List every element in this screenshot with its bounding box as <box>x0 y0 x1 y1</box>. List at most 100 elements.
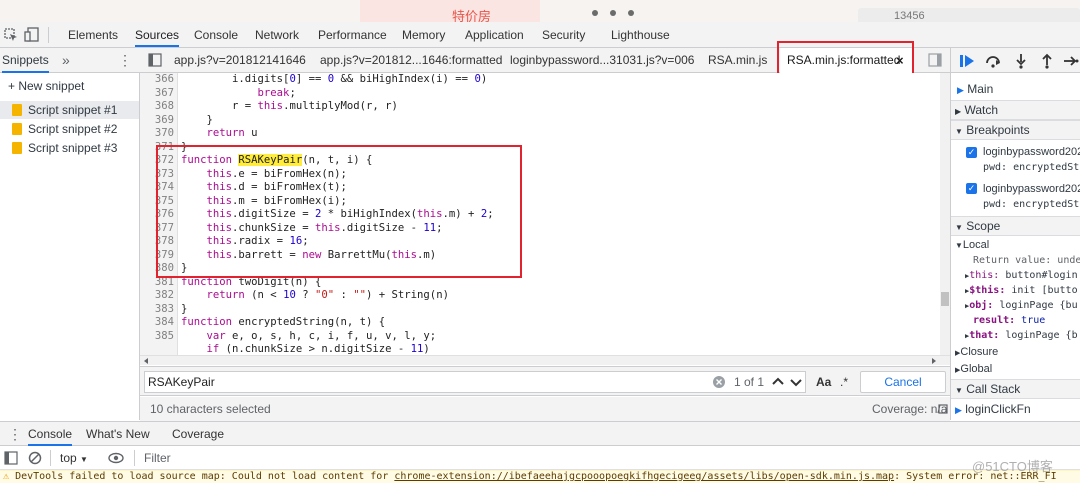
scope-key: Return value: <box>973 255 1058 266</box>
snippet-item[interactable]: Script snippet #3 <box>0 139 139 157</box>
tab-memory[interactable]: Memory <box>402 22 445 47</box>
toolbar-divider <box>134 450 135 466</box>
code-line: r = this.multiplyMod(r, r) <box>181 100 398 112</box>
scroll-left-icon[interactable] <box>142 357 150 365</box>
tab-elements[interactable]: Elements <box>68 22 118 47</box>
editor-status-bar: 10 characters selected Coverage: n/a <box>140 397 950 421</box>
snippet-label: Script snippet #1 <box>28 103 118 117</box>
new-snippet-button[interactable]: + New snippet <box>0 77 139 95</box>
code-line: } <box>181 302 188 315</box>
thread-main[interactable]: ▶ Main <box>957 81 993 97</box>
page-dot <box>610 10 616 16</box>
code-line: } <box>181 113 213 126</box>
line-number[interactable]: 384 <box>140 316 174 330</box>
tab-application[interactable]: Application <box>465 22 524 47</box>
cancel-search-button[interactable]: Cancel <box>860 371 946 393</box>
clear-search-icon[interactable] <box>713 376 725 388</box>
page-banner-text: 特价房 <box>452 9 492 22</box>
line-number[interactable]: 367 <box>140 87 174 101</box>
breakpoint-checkbox[interactable]: ✓ <box>966 183 977 194</box>
editor-tab[interactable]: RSA.min.js <box>708 48 767 73</box>
scope-entry[interactable]: ▶obj: loginPage {bu <box>965 298 1078 314</box>
step-into-icon[interactable] <box>1013 53 1029 69</box>
editor-vertical-scrollbar[interactable] <box>940 73 950 355</box>
line-number[interactable]: 370 <box>140 127 174 141</box>
step-over-icon[interactable] <box>985 53 1001 69</box>
context-selector[interactable]: top ▼ <box>60 446 88 472</box>
warning-link[interactable]: chrome-extension://ibefaeehajgcpooopoegk… <box>394 471 894 482</box>
drawer-menu-icon[interactable]: ⋮ <box>8 422 22 446</box>
scope-entry[interactable]: ▶that: loginPage {b <box>965 328 1078 344</box>
snippet-item[interactable]: Script snippet #1 <box>0 101 139 119</box>
call-frame-label: loginClickFn <box>965 402 1031 416</box>
more-tabs-icon[interactable]: » <box>62 48 70 72</box>
regex-toggle[interactable]: .* <box>840 371 848 393</box>
coverage-icon[interactable] <box>938 404 948 414</box>
toggle-debugger-icon[interactable] <box>928 53 942 67</box>
debugger-toolbar <box>951 48 1080 73</box>
tab-console[interactable]: Console <box>194 22 238 47</box>
snippet-item[interactable]: Script snippet #2 <box>0 120 139 138</box>
inspect-element-icon[interactable] <box>4 28 18 42</box>
breakpoint-code: pwd: encryptedSt <box>983 199 1080 210</box>
scope-entry[interactable]: ▶$this: init [butto <box>965 283 1078 299</box>
navigator-sidebar: Snippets » ⋮ + New snippet Script snippe… <box>0 48 140 420</box>
scope-local[interactable]: ▼Local <box>955 237 989 253</box>
selection-status: 10 characters selected <box>150 402 271 416</box>
checkmark-icon: ✓ <box>967 183 976 193</box>
scope-global[interactable]: ▶Global <box>955 361 992 377</box>
line-number[interactable]: 369 <box>140 114 174 128</box>
line-number[interactable]: 383 <box>140 303 174 317</box>
line-number[interactable]: 368 <box>140 100 174 114</box>
scope-key: $this: <box>969 285 1012 296</box>
drawer-tab-whats-new[interactable]: What's New <box>86 422 150 446</box>
warning-text: DevTools failed to load source map: Coul… <box>15 471 395 482</box>
match-case-toggle[interactable]: Aa <box>816 371 831 393</box>
toggle-navigator-icon[interactable] <box>148 53 162 67</box>
tab-security[interactable]: Security <box>542 22 585 47</box>
console-filter-input[interactable]: Filter <box>144 446 171 470</box>
tab-network[interactable]: Network <box>255 22 299 47</box>
tab-sources[interactable]: Sources <box>135 22 180 47</box>
scope-entry[interactable]: ▶this: button#login <box>965 268 1078 284</box>
scope-title: Global <box>960 363 993 375</box>
editor-scroll-thumb[interactable] <box>941 292 949 306</box>
tab-snippets[interactable]: Snippets <box>2 48 49 73</box>
breakpoint-file[interactable]: loginbypassword202 <box>983 144 1080 160</box>
clear-console-icon[interactable] <box>28 451 42 465</box>
navigator-menu-icon[interactable]: ⋮ <box>118 48 132 72</box>
page-search-box: 13456 <box>858 8 1080 22</box>
tab-lighthouse[interactable]: Lighthouse <box>611 22 670 47</box>
step-out-icon[interactable] <box>1039 53 1055 69</box>
drawer-tab-coverage[interactable]: Coverage <box>172 422 224 446</box>
call-frame[interactable]: ▶ loginClickFn <box>955 401 1031 417</box>
editor-tab[interactable]: loginbypassword...31031.js?v=006 <box>510 48 694 73</box>
resume-icon[interactable] <box>959 53 975 69</box>
step-icon[interactable] <box>1063 53 1079 69</box>
editor-tab[interactable]: app.js?v=201812...1646:formatted <box>320 48 502 73</box>
breakpoint-checkbox[interactable]: ✓ <box>966 147 977 158</box>
previous-match-icon[interactable] <box>770 374 786 390</box>
section-breakpoints[interactable]: ▼ Breakpoints <box>951 120 1080 140</box>
device-toolbar-icon[interactable] <box>24 27 40 43</box>
next-match-icon[interactable] <box>788 374 804 390</box>
editor-tab[interactable]: app.js?v=201812141646 <box>174 48 306 73</box>
tab-performance[interactable]: Performance <box>318 22 387 47</box>
section-call-stack[interactable]: ▼ Call Stack <box>951 379 1080 399</box>
line-number[interactable]: 385 <box>140 330 174 344</box>
line-number[interactable]: 366 <box>140 73 174 87</box>
scope-value: true <box>1021 315 1046 326</box>
section-watch[interactable]: ▶ Watch <box>951 100 1080 120</box>
drawer-tab-console[interactable]: Console <box>28 422 73 446</box>
scroll-right-icon[interactable] <box>930 357 938 365</box>
live-expression-eye-icon[interactable] <box>108 452 124 464</box>
breakpoint-file[interactable]: loginbypassword202 <box>983 181 1080 197</box>
search-input[interactable]: RSAKeyPair <box>144 371 806 393</box>
match-count: 1 of 1 <box>734 375 765 389</box>
scope-key: that: <box>969 330 1006 341</box>
line-number[interactable]: 382 <box>140 289 174 303</box>
section-scope[interactable]: ▼ Scope <box>951 216 1080 236</box>
scope-closure[interactable]: ▶Closure <box>955 344 998 360</box>
show-sidebar-icon[interactable] <box>4 451 18 465</box>
editor-horizontal-scrollbar[interactable] <box>140 355 950 365</box>
